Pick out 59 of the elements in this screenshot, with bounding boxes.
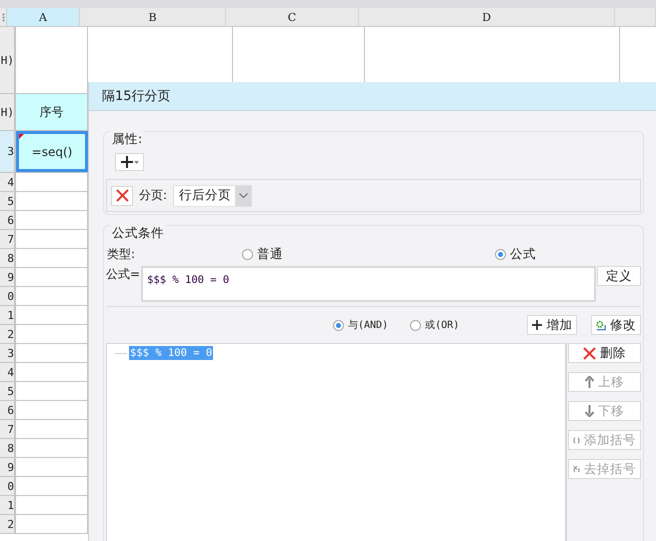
- row-header[interactable]: 6: [0, 211, 16, 229]
- cell-text: 序号: [40, 104, 64, 120]
- remove-button[interactable]: [111, 186, 133, 206]
- arrow-up-icon: [585, 376, 594, 388]
- table-cell[interactable]: =seq(): [16, 131, 88, 172]
- row-header[interactable]: 4: [0, 363, 16, 381]
- row-header[interactable]: 0: [0, 477, 16, 495]
- drag-handle-icon: [2, 12, 4, 22]
- arrow-down-icon: [585, 405, 594, 417]
- chevron-down-icon: [238, 193, 248, 198]
- row-header[interactable]: 8: [0, 439, 16, 457]
- logic-radio[interactable]: 与(AND): [333, 318, 410, 332]
- type-radio[interactable]: 公式: [495, 246, 641, 262]
- row-header[interactable]: 7: [0, 420, 16, 438]
- formula-field[interactable]: $$$ % 100 = 0: [141, 266, 596, 302]
- row-header[interactable]: 1: [0, 496, 16, 514]
- group-label: 公式条件: [110, 225, 166, 242]
- edit-button[interactable]: 修改: [591, 315, 641, 335]
- parentheses-icon: [573, 434, 580, 446]
- type-radio[interactable]: 普通: [242, 246, 495, 262]
- define-button[interactable]: 定义: [597, 266, 641, 286]
- dialog-title: 隔15行分页: [89, 82, 656, 111]
- field-label: 公式=: [106, 266, 140, 283]
- row-header[interactable]: 8: [0, 249, 16, 267]
- field-label: 类型:: [107, 246, 136, 262]
- page-break-dropdown[interactable]: 行后分页: [173, 184, 252, 206]
- cell-text: =seq(): [32, 144, 72, 158]
- row-header[interactable]: 2: [0, 325, 16, 343]
- group-label: 属性:: [110, 131, 144, 148]
- side-button[interactable]: 删除: [568, 343, 641, 363]
- row-header[interactable]: 7: [0, 230, 16, 248]
- row-header[interactable]: 9: [0, 268, 16, 286]
- plus-icon: [532, 319, 542, 331]
- row-header[interactable]: H): [0, 27, 16, 93]
- logic-radio[interactable]: 或(OR): [410, 318, 528, 332]
- row-header[interactable]: H): [0, 94, 16, 130]
- close-icon: [583, 346, 596, 360]
- row-header[interactable]: 5: [0, 192, 16, 210]
- column-header[interactable]: A: [7, 8, 80, 26]
- row-header[interactable]: 3: [0, 131, 16, 172]
- row-header[interactable]: 2: [0, 515, 16, 533]
- caret-icon: [134, 160, 138, 164]
- plus-icon: [120, 156, 132, 168]
- field-label: 分页:: [139, 187, 168, 204]
- row-header[interactable]: 4: [0, 173, 16, 191]
- row-header[interactable]: 1: [0, 306, 16, 324]
- tree-line: [115, 352, 127, 354]
- corner-marker-icon: [19, 134, 24, 139]
- gear-edit-icon: [596, 318, 606, 332]
- row-header[interactable]: 5: [0, 382, 16, 400]
- row-header[interactable]: 6: [0, 401, 16, 419]
- add-button[interactable]: 增加: [527, 315, 578, 335]
- add-dropdown-button[interactable]: [115, 153, 144, 171]
- row-header[interactable]: 9: [0, 458, 16, 476]
- parentheses-cross-icon: [573, 463, 580, 475]
- close-icon: [116, 189, 128, 202]
- row-header[interactable]: 0: [0, 287, 16, 305]
- table-cell[interactable]: 序号: [16, 94, 88, 130]
- row-header[interactable]: 3: [0, 344, 16, 362]
